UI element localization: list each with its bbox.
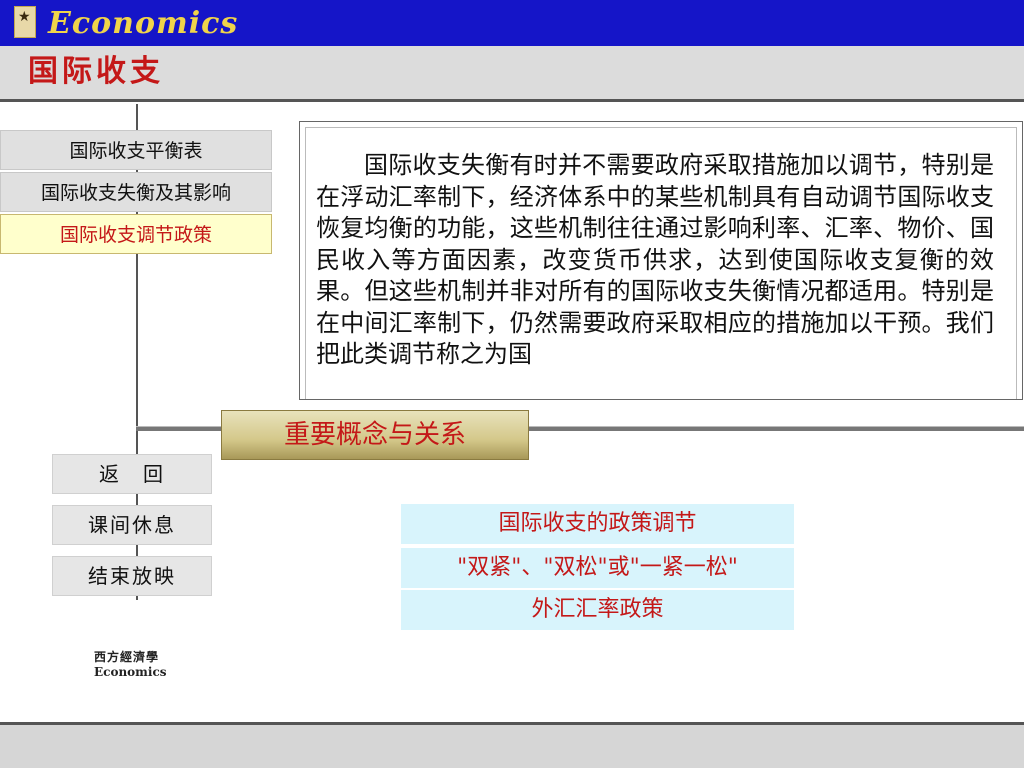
top-banner: ★ Economics [0, 0, 1024, 46]
concept-item-exchange-rate-policy[interactable]: 外汇汇率政策 [401, 590, 794, 630]
content-text-box: 国际收支失衡有时并不需要政府采取措施加以调节，特别是在浮动汇率制下，经济体系中的… [299, 121, 1023, 400]
nav-item-imbalance-impact[interactable]: 国际收支失衡及其影响 [0, 172, 272, 212]
content-text-frame: 国际收支失衡有时并不需要政府采取措施加以调节，特别是在浮动汇率制下，经济体系中的… [305, 127, 1017, 399]
footer-logo-cn: 西方經濟學 [94, 650, 160, 664]
footer-logo: 西方經濟學 Economics [94, 650, 174, 679]
nav-item-adjustment-policy[interactable]: 国际收支调节政策 [0, 214, 272, 254]
concept-item-policy-mix[interactable]: "双紧"、"双松"或"一紧一松" [401, 548, 794, 588]
page-title: 国际收支 [28, 54, 164, 89]
key-concepts-banner: 重要概念与关系 [221, 410, 529, 460]
bottom-bar [0, 722, 1024, 768]
book-logo-icon: ★ [14, 6, 36, 38]
app-title: Economics [48, 6, 239, 41]
title-bar: 国际收支 [0, 46, 1024, 102]
back-button[interactable]: 返 回 [52, 454, 212, 494]
concept-item-policy-adjustment[interactable]: 国际收支的政策调节 [401, 504, 794, 544]
break-button[interactable]: 课间休息 [52, 505, 212, 545]
footer-logo-en: Economics [94, 665, 167, 679]
body-text: 国际收支失衡有时并不需要政府采取措施加以调节，特别是在浮动汇率制下，经济体系中的… [316, 151, 994, 368]
end-show-button[interactable]: 结束放映 [52, 556, 212, 596]
nav-item-balance-sheet[interactable]: 国际收支平衡表 [0, 130, 272, 170]
